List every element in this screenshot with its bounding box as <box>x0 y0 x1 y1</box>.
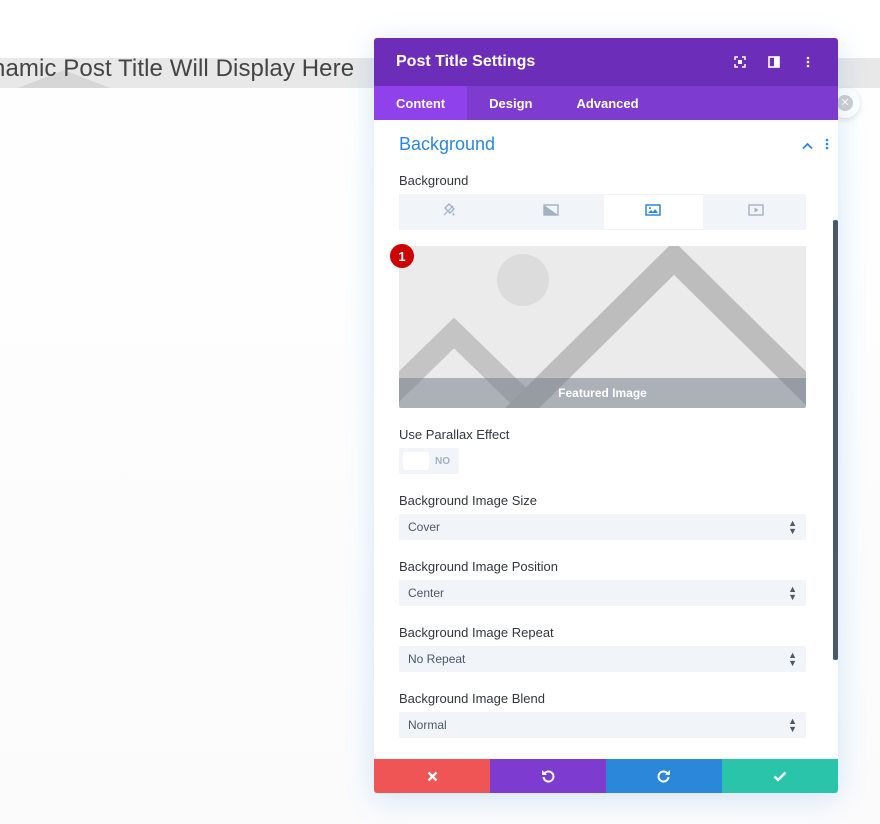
tab-design[interactable]: Design <box>467 86 554 120</box>
modal-header: Post Title Settings <box>374 38 838 86</box>
split-view-icon[interactable] <box>766 54 782 70</box>
video-icon <box>748 203 764 221</box>
image-icon <box>645 203 662 221</box>
section-header[interactable]: Background <box>399 134 829 155</box>
image-position-select[interactable]: Center ▲ ▼ <box>399 580 806 606</box>
post-title: namic Post Title Will Display Here <box>0 55 355 82</box>
toggle-knob <box>403 452 429 470</box>
select-value: Cover <box>408 520 441 534</box>
image-repeat-select[interactable]: No Repeat ▲ ▼ <box>399 646 806 672</box>
field-label-image-repeat: Background Image Repeat <box>399 625 554 640</box>
modal-tabs: Content Design Advanced <box>374 86 838 120</box>
background-label: Background <box>399 173 469 188</box>
section-options-icon[interactable] <box>825 137 829 153</box>
parallax-toggle[interactable]: NO <box>399 448 459 474</box>
save-button[interactable] <box>722 759 838 793</box>
modal-title: Post Title Settings <box>396 53 536 70</box>
scrollbar[interactable] <box>833 220 838 660</box>
redo-button[interactable] <box>606 759 722 793</box>
featured-image-label: Featured Image <box>399 378 806 408</box>
section-title: Background <box>399 134 496 154</box>
more-options-icon[interactable] <box>800 54 816 70</box>
tab-advanced[interactable]: Advanced <box>554 86 660 120</box>
parallax-label: Use Parallax Effect <box>399 427 510 442</box>
select-value: No Repeat <box>408 652 466 666</box>
select-value: Center <box>408 586 445 600</box>
close-icon <box>427 771 437 781</box>
select-arrows-icon: ▲ ▼ <box>788 716 797 734</box>
background-type-tabs <box>399 194 806 230</box>
fullscreen-icon[interactable] <box>732 54 748 70</box>
close-icon: ✕ <box>837 95 853 111</box>
image-size-select[interactable]: Cover ▲ ▼ <box>399 514 806 540</box>
chevron-up-icon[interactable] <box>802 137 813 153</box>
field-label-image-position: Background Image Position <box>399 559 558 574</box>
step-badge: 1 <box>390 244 414 268</box>
settings-modal: Post Title Settings Content Design Advan… <box>374 38 838 793</box>
featured-image-preview[interactable]: Featured Image <box>399 246 806 408</box>
undo-icon <box>542 770 555 783</box>
toggle-value: NO <box>435 455 450 467</box>
select-arrows-icon: ▲ ▼ <box>788 518 797 536</box>
paint-bucket-icon <box>442 203 456 221</box>
tab-content[interactable]: Content <box>374 86 468 120</box>
bg-gradient-tab[interactable] <box>500 194 601 230</box>
field-label-image-blend: Background Image Blend <box>399 691 545 706</box>
select-arrows-icon: ▲ ▼ <box>788 650 797 668</box>
select-value: Normal <box>408 718 447 732</box>
bg-video-tab[interactable] <box>706 194 806 230</box>
modal-footer <box>374 759 838 793</box>
redo-icon <box>657 770 670 783</box>
checkmark-icon <box>773 771 787 782</box>
modal-body: Background Background Featured Image 1 U… <box>374 120 838 759</box>
select-arrows-icon: ▲ ▼ <box>788 584 797 602</box>
bg-color-tab[interactable] <box>399 194 499 230</box>
field-label-image-size: Background Image Size <box>399 493 538 508</box>
image-blend-select[interactable]: Normal ▲ ▼ <box>399 712 806 738</box>
undo-button[interactable] <box>490 759 606 793</box>
cancel-button[interactable] <box>374 759 490 793</box>
bg-image-tab[interactable] <box>602 194 705 230</box>
gradient-icon <box>542 203 559 221</box>
